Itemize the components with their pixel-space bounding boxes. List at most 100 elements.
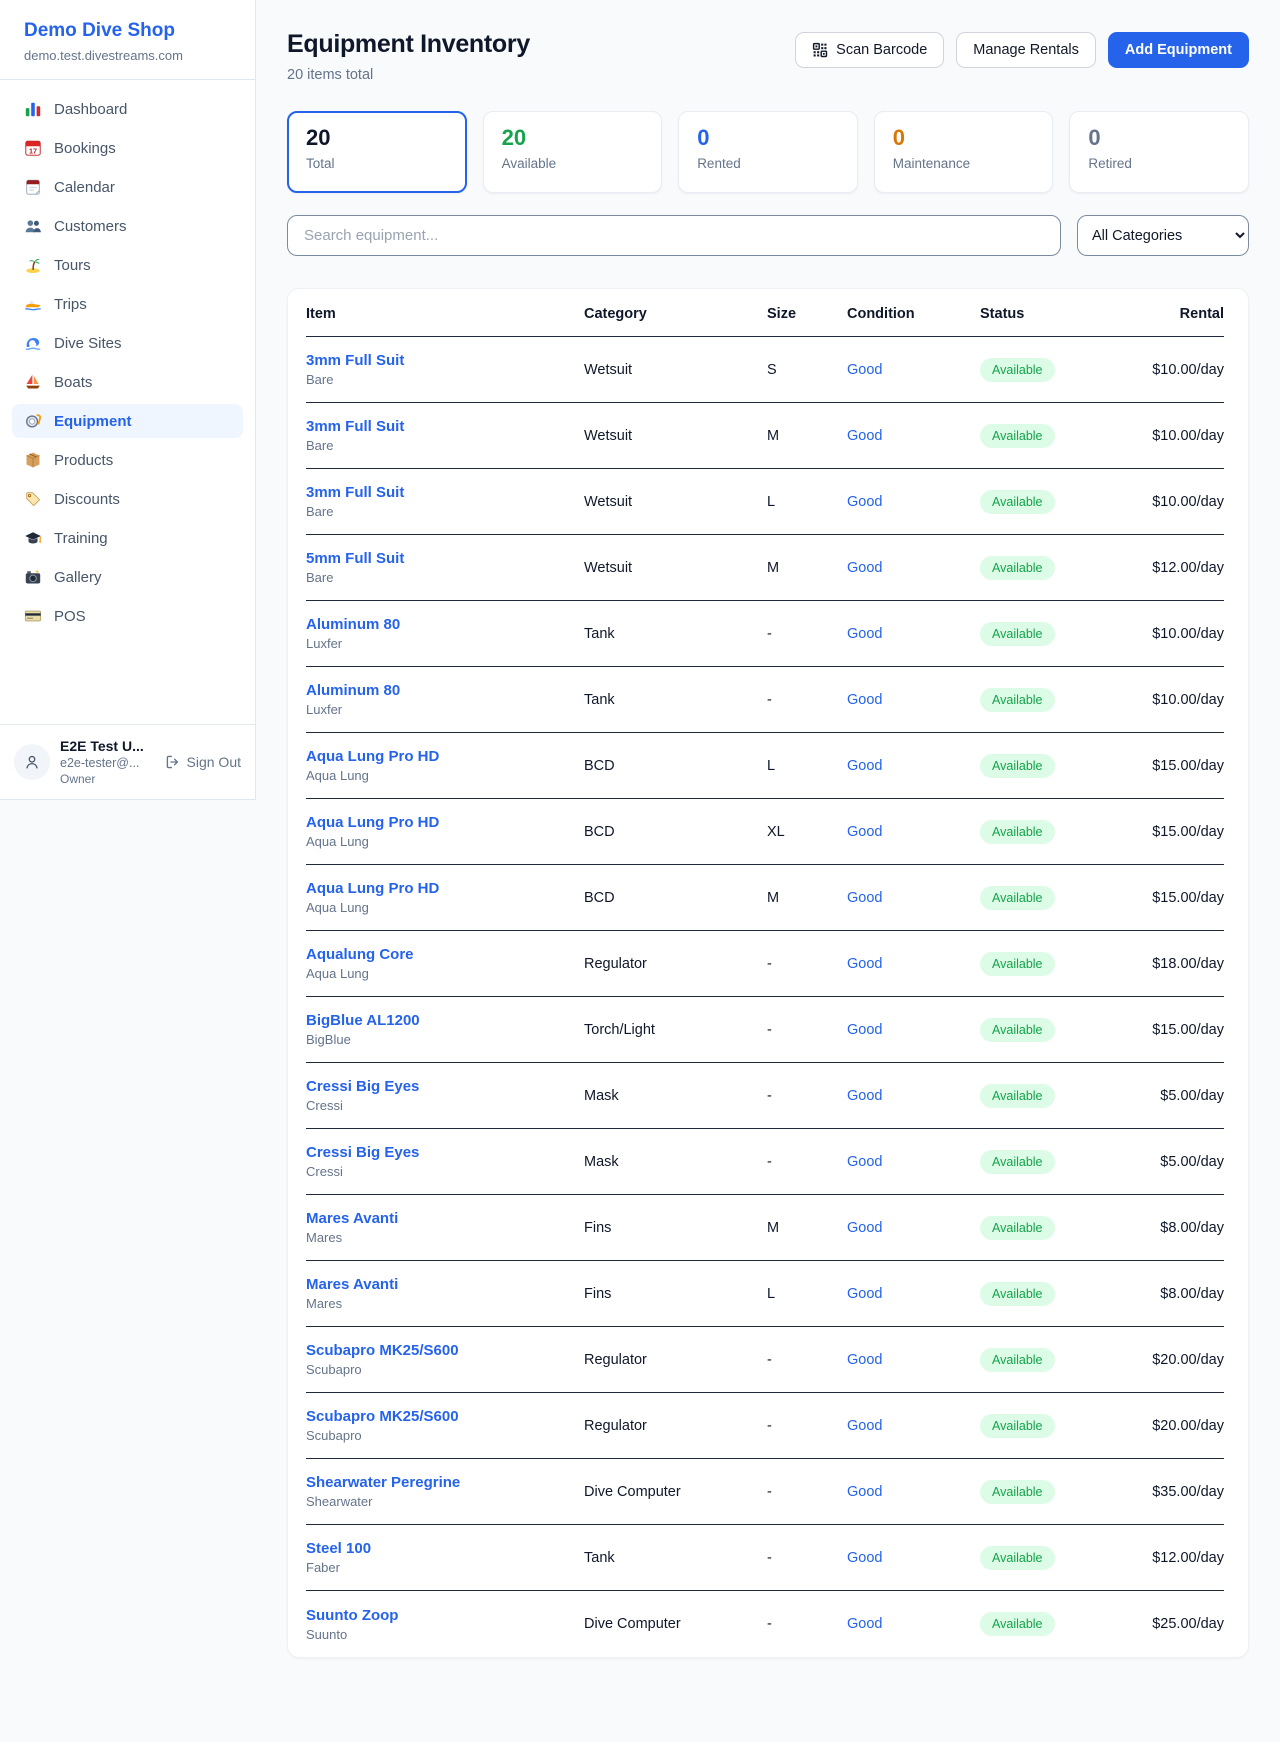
stat-card[interactable]: 20 Available [483, 111, 663, 193]
condition-link[interactable]: Good [847, 956, 980, 972]
sidebar-item[interactable]: Dive Sites [12, 326, 243, 360]
status-badge: Available [980, 622, 1055, 646]
rental-cell: $20.00/day [1135, 1352, 1224, 1368]
condition-link[interactable]: Good [847, 1088, 980, 1104]
item-brand: Shearwater [306, 1494, 584, 1509]
sidebar-item[interactable]: Discounts [12, 482, 243, 516]
item-name-link[interactable]: Shearwater Peregrine [306, 1474, 584, 1491]
size-cell: M [767, 428, 847, 444]
item-name-link[interactable]: Aqua Lung Pro HD [306, 748, 584, 765]
size-cell: - [767, 1352, 847, 1368]
add-equipment-button[interactable]: Add Equipment [1108, 32, 1249, 68]
status-badge: Available [980, 754, 1055, 778]
condition-link[interactable]: Good [847, 1220, 980, 1236]
sidebar-item[interactable]: Calendar [12, 170, 243, 204]
category-cell: Tank [584, 692, 767, 708]
item-name-link[interactable]: Aluminum 80 [306, 616, 584, 633]
item-name-link[interactable]: Steel 100 [306, 1540, 584, 1557]
item-name-link[interactable]: Aqua Lung Pro HD [306, 880, 584, 897]
item-name-link[interactable]: Aluminum 80 [306, 682, 584, 699]
sign-out-button[interactable]: Sign Out [165, 754, 241, 770]
condition-link[interactable]: Good [847, 1484, 980, 1500]
condition-link[interactable]: Good [847, 1286, 980, 1302]
stat-card[interactable]: 0 Rented [678, 111, 858, 193]
condition-link[interactable]: Good [847, 758, 980, 774]
category-filter[interactable]: All Categories [1077, 215, 1249, 256]
condition-link[interactable]: Good [847, 1154, 980, 1170]
condition-link[interactable]: Good [847, 824, 980, 840]
credit-card-icon [24, 607, 42, 625]
sidebar-item[interactable]: Trips [12, 287, 243, 321]
condition-link[interactable]: Good [847, 1616, 980, 1632]
status-cell: Available [980, 556, 1135, 580]
condition-link[interactable]: Good [847, 1418, 980, 1434]
status-cell: Available [980, 1282, 1135, 1306]
item-name-link[interactable]: BigBlue AL1200 [306, 1012, 584, 1029]
manage-rentals-button[interactable]: Manage Rentals [956, 32, 1096, 68]
sidebar-item[interactable]: Boats [12, 365, 243, 399]
sidebar-item[interactable]: 17 Bookings [12, 131, 243, 165]
condition-link[interactable]: Good [847, 1550, 980, 1566]
condition-link[interactable]: Good [847, 626, 980, 642]
item-name-link[interactable]: Cressi Big Eyes [306, 1144, 584, 1161]
item-name-link[interactable]: 5mm Full Suit [306, 550, 584, 567]
sidebar-item[interactable]: Customers [12, 209, 243, 243]
item-brand: Bare [306, 570, 584, 585]
condition-link[interactable]: Good [847, 494, 980, 510]
item-cell: Shearwater Peregrine Shearwater [306, 1474, 584, 1509]
item-name-link[interactable]: Suunto Zoop [306, 1607, 584, 1624]
category-cell: Dive Computer [584, 1484, 767, 1500]
size-cell: - [767, 1022, 847, 1038]
status-badge: Available [980, 490, 1055, 514]
status-cell: Available [980, 358, 1135, 382]
brand-name[interactable]: Demo Dive Shop [24, 20, 231, 42]
stat-card[interactable]: 0 Retired [1069, 111, 1249, 193]
table-row: 3mm Full Suit Bare Wetsuit S Good Availa… [306, 337, 1224, 403]
condition-link[interactable]: Good [847, 362, 980, 378]
sidebar-item[interactable]: Gallery [12, 560, 243, 594]
condition-link[interactable]: Good [847, 890, 980, 906]
status-badge: Available [980, 1348, 1055, 1372]
table-row: Aqua Lung Pro HD Aqua Lung BCD XL Good A… [306, 799, 1224, 865]
sign-out-icon [165, 754, 181, 770]
condition-link[interactable]: Good [847, 428, 980, 444]
status-badge: Available [980, 1480, 1055, 1504]
condition-link[interactable]: Good [847, 1352, 980, 1368]
item-name-link[interactable]: Cressi Big Eyes [306, 1078, 584, 1095]
search-input[interactable] [287, 215, 1061, 256]
condition-link[interactable]: Good [847, 1022, 980, 1038]
sidebar-item[interactable]: Equipment [12, 404, 243, 438]
stat-card[interactable]: 0 Maintenance [874, 111, 1054, 193]
sidebar-item[interactable]: Tours [12, 248, 243, 282]
category-cell: Fins [584, 1286, 767, 1302]
item-name-link[interactable]: Scubapro MK25/S600 [306, 1408, 584, 1425]
item-cell: Aqualung Core Aqua Lung [306, 946, 584, 981]
item-name-link[interactable]: 3mm Full Suit [306, 352, 584, 369]
status-cell: Available [980, 820, 1135, 844]
status-cell: Available [980, 1546, 1135, 1570]
size-cell: M [767, 1220, 847, 1236]
bar-chart-icon [24, 100, 42, 118]
item-name-link[interactable]: Scubapro MK25/S600 [306, 1342, 584, 1359]
sidebar-item-label: Tours [54, 257, 91, 274]
item-brand: Scubapro [306, 1428, 584, 1443]
item-name-link[interactable]: Aqualung Core [306, 946, 584, 963]
item-name-link[interactable]: Mares Avanti [306, 1210, 584, 1227]
scan-barcode-button[interactable]: Scan Barcode [795, 32, 944, 68]
stat-card[interactable]: 20 Total [287, 111, 467, 193]
sidebar-item[interactable]: POS [12, 599, 243, 633]
item-name-link[interactable]: Aqua Lung Pro HD [306, 814, 584, 831]
sidebar-item[interactable]: Training [12, 521, 243, 555]
item-name-link[interactable]: Mares Avanti [306, 1276, 584, 1293]
item-name-link[interactable]: 3mm Full Suit [306, 418, 584, 435]
sidebar-item[interactable]: Products [12, 443, 243, 477]
package-icon [24, 451, 42, 469]
category-cell: Regulator [584, 1418, 767, 1434]
sidebar-item[interactable]: Dashboard [12, 92, 243, 126]
stat-value: 0 [697, 125, 839, 151]
condition-link[interactable]: Good [847, 692, 980, 708]
category-cell: Tank [584, 1550, 767, 1566]
item-name-link[interactable]: 3mm Full Suit [306, 484, 584, 501]
condition-link[interactable]: Good [847, 560, 980, 576]
sidebar-item-label: Boats [54, 374, 92, 391]
